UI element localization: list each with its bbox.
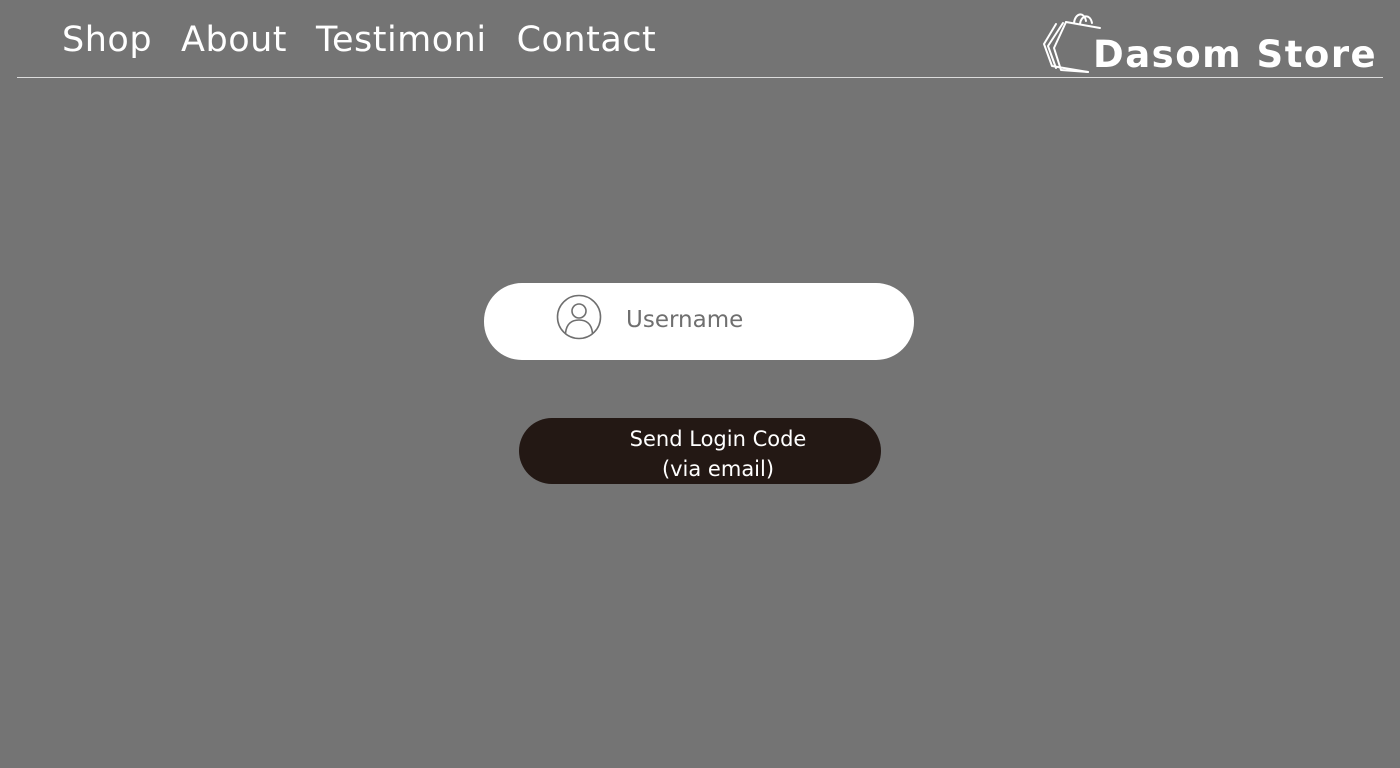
nav-about-link[interactable]: About — [181, 18, 287, 62]
brand-name: Dasom Store — [1093, 32, 1378, 76]
main-nav: Shop About Testimoni Contact — [62, 18, 656, 62]
send-login-code-line1: Send Login Code — [629, 427, 807, 451]
send-login-code-button[interactable]: Send Login Code (via email) — [519, 418, 881, 484]
user-circle-icon — [556, 294, 602, 340]
username-input[interactable] — [626, 302, 866, 338]
send-login-code-label: Send Login Code (via email) — [607, 424, 829, 484]
nav-shop-link[interactable]: Shop — [62, 18, 152, 62]
nav-contact-link[interactable]: Contact — [517, 18, 657, 62]
send-login-code-line2: (via email) — [661, 457, 775, 481]
header-divider — [17, 77, 1383, 78]
nav-testimoni-link[interactable]: Testimoni — [316, 18, 487, 62]
username-field[interactable] — [484, 283, 914, 360]
brand-logo[interactable]: Dasom Store — [1040, 10, 1378, 76]
